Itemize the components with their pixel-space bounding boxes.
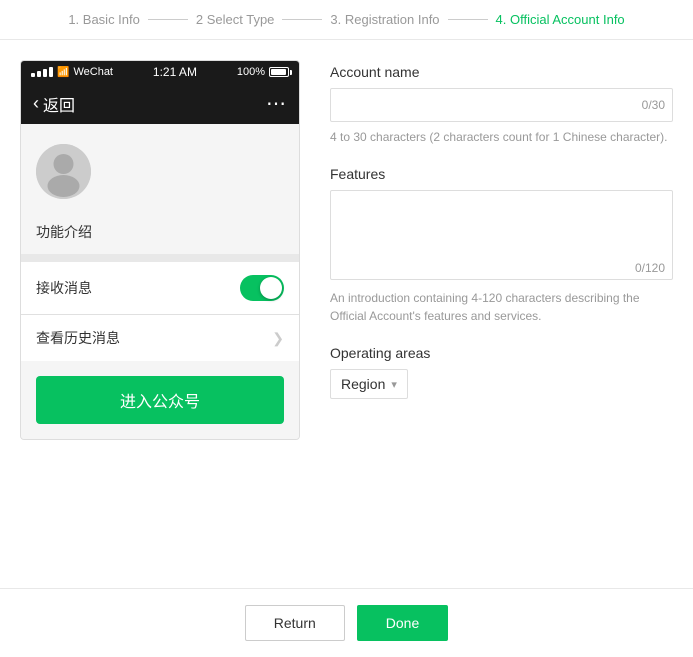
avatar-svg (36, 144, 91, 199)
account-name-char-count: 0/30 (642, 98, 665, 112)
enter-official-account-button[interactable]: 进入公众号 (36, 376, 284, 424)
step-registration-info[interactable]: 3. Registration Info (330, 12, 439, 27)
phone-status-bar: 📶 WeChat 1:21 AM 100% (21, 61, 299, 83)
step-select-type-label: 2 Select Type (196, 12, 275, 27)
account-name-input-wrapper: 0/30 (330, 88, 673, 122)
avatar (36, 144, 91, 199)
battery-fill (271, 69, 286, 75)
phone-profile-section (21, 124, 299, 214)
view-history-item[interactable]: 查看历史消息 ❯ (21, 315, 299, 361)
signal-dot-4 (49, 67, 53, 77)
features-text: 功能介绍 (36, 224, 92, 240)
section-divider (21, 254, 299, 262)
features-label: Features (330, 166, 673, 182)
region-select[interactable]: Region ▾ (330, 369, 408, 399)
features-textarea-wrapper: 0/120 (330, 190, 673, 283)
account-name-hint: 4 to 30 characters (2 characters count f… (330, 128, 673, 146)
receive-messages-label: 接收消息 (36, 278, 92, 298)
operating-areas-label: Operating areas (330, 345, 673, 361)
status-time: 1:21 AM (153, 65, 197, 79)
account-name-input[interactable] (330, 88, 673, 122)
nav-back-button[interactable]: ‹ 返回 (33, 92, 75, 116)
signal-dot-3 (43, 69, 47, 77)
toggle-knob (260, 277, 282, 299)
region-select-text: Region (341, 376, 385, 392)
step-basic-info-label: 1. Basic Info (68, 12, 140, 27)
phone-mockup: 📶 WeChat 1:21 AM 100% ‹ 返回 ⋯ (20, 60, 300, 440)
step-official-account-info-label: 4. Official Account Info (496, 12, 625, 27)
form-panel: Account name 0/30 4 to 30 characters (2 … (330, 60, 673, 440)
step-divider-1 (148, 19, 188, 20)
back-arrow-icon: ‹ (33, 93, 39, 114)
features-char-count: 0/120 (635, 261, 665, 275)
step-registration-info-label: 3. Registration Info (330, 12, 439, 27)
receive-messages-toggle[interactable] (240, 275, 284, 301)
stepper: 1. Basic Info 2 Select Type 3. Registrat… (0, 0, 693, 40)
status-left: 📶 WeChat (31, 66, 113, 78)
footer: Return Done (0, 588, 693, 657)
step-divider-2 (282, 19, 322, 20)
chevron-right-icon: ❯ (272, 330, 284, 347)
carrier-label: WeChat (73, 66, 113, 78)
step-basic-info[interactable]: 1. Basic Info (68, 12, 140, 27)
features-hint: An introduction containing 4-120 charact… (330, 289, 673, 325)
account-name-section: Account name 0/30 4 to 30 characters (2 … (330, 64, 673, 146)
operating-areas-section: Operating areas Region ▾ (330, 345, 673, 399)
receive-messages-item: 接收消息 (21, 262, 299, 314)
signal-dots (31, 67, 53, 77)
wifi-icon: 📶 (57, 67, 69, 78)
features-section: Features 0/120 An introduction containin… (330, 166, 673, 325)
battery-percent: 100% (237, 66, 265, 78)
step-divider-3 (448, 19, 488, 20)
signal-dot-2 (37, 71, 41, 77)
phone-nav-bar: ‹ 返回 ⋯ (21, 83, 299, 124)
view-history-label: 查看历史消息 (36, 328, 120, 348)
features-textarea[interactable] (330, 190, 673, 280)
status-right: 100% (237, 66, 289, 78)
more-options-button[interactable]: ⋯ (266, 91, 287, 116)
back-label: 返回 (43, 92, 75, 116)
account-name-label: Account name (330, 64, 673, 80)
phone-cta-section: 进入公众号 (21, 361, 299, 439)
main-content: 📶 WeChat 1:21 AM 100% ‹ 返回 ⋯ (0, 40, 693, 460)
phone-features-label: 功能介绍 (21, 214, 299, 254)
step-select-type[interactable]: 2 Select Type (196, 12, 275, 27)
battery-icon (269, 67, 289, 77)
step-official-account-info[interactable]: 4. Official Account Info (496, 12, 625, 27)
done-button[interactable]: Done (357, 605, 448, 641)
signal-dot-1 (31, 73, 35, 77)
chevron-down-icon: ▾ (391, 378, 397, 391)
return-button[interactable]: Return (245, 605, 345, 641)
